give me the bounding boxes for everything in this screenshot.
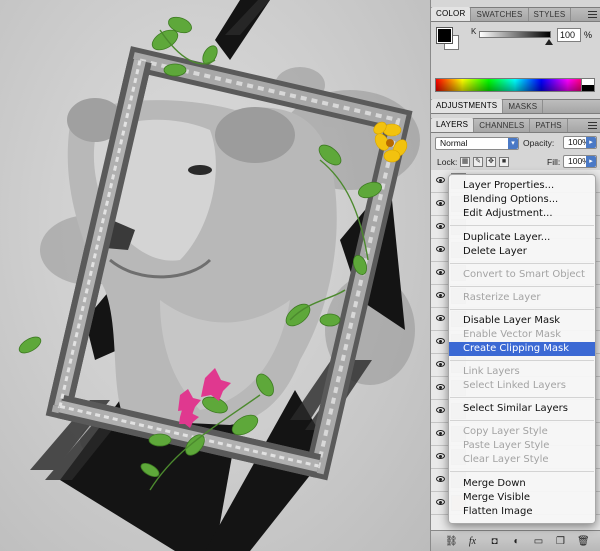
k-channel-label: K	[471, 27, 477, 36]
menu-duplicate-layer[interactable]: Duplicate Layer...	[449, 231, 595, 245]
menu-rasterize-layer: Rasterize Layer	[463, 292, 541, 303]
menu-select-similar-layers[interactable]: Select Similar Layers	[449, 402, 595, 416]
menu-delete-layer[interactable]: Delete Layer	[449, 245, 595, 259]
fx-icon[interactable]: fx	[467, 536, 478, 547]
lock-transparency-icon[interactable]: ▦	[460, 157, 470, 167]
panel-menu-icon[interactable]	[588, 11, 597, 19]
layer-context-menu: Layer Properties... Blending Options... …	[448, 174, 596, 524]
lock-label: Lock:	[437, 157, 458, 167]
color-panel-tabs: COLOR SWATCHES STYLES	[431, 7, 600, 22]
menu-layer-properties[interactable]: Layer Properties...	[449, 179, 595, 193]
k-value-input[interactable]: 100	[557, 28, 581, 42]
tab-masks[interactable]: MASKS	[503, 100, 544, 113]
eye-icon[interactable]	[436, 315, 445, 321]
menu-separator	[450, 286, 594, 287]
menu-blending-options[interactable]: Blending Options...	[449, 193, 595, 207]
menu-paste-layer-style: Paste Layer Style	[463, 440, 550, 451]
layers-bottom-bar: ⛓ fx ◘ ◐ ▭ ❐ 🗑	[431, 530, 600, 551]
menu-select-linked-layers: Select Linked Layers	[463, 380, 566, 391]
menu-edit-adjustment[interactable]: Edit Adjustment...	[449, 207, 595, 221]
eye-icon[interactable]	[436, 384, 445, 390]
eye-icon[interactable]	[436, 361, 445, 367]
eye-icon[interactable]	[436, 292, 445, 298]
chevron-right-icon: ▸	[586, 137, 596, 148]
menu-disable-layer-mask[interactable]: Disable Layer Mask	[449, 314, 595, 328]
document-canvas[interactable]	[0, 0, 430, 551]
menu-flatten-image[interactable]: Flatten Image	[449, 505, 595, 519]
blend-mode-select[interactable]: Normal ▾	[435, 137, 519, 150]
menu-link-layers: Link Layers	[463, 366, 520, 377]
layers-panel-menu-icon[interactable]	[588, 122, 597, 130]
menu-merge-down[interactable]: Merge Down	[449, 477, 595, 491]
mask-icon[interactable]: ◘	[489, 536, 500, 547]
group-icon[interactable]: ▭	[533, 536, 544, 547]
eye-icon[interactable]	[436, 407, 445, 413]
tab-swatches[interactable]: SWATCHES	[471, 8, 529, 21]
adjustment-icon[interactable]: ◐	[511, 536, 522, 547]
menu-separator	[450, 309, 594, 310]
menu-separator	[450, 397, 594, 398]
layers-panel-tabs: LAYERS CHANNELS PATHS	[431, 118, 600, 133]
menu-merge-visible[interactable]: Merge Visible	[449, 491, 595, 505]
adjustments-panel-tabs: ADJUSTMENTS MASKS	[431, 99, 600, 114]
eye-icon[interactable]	[436, 200, 445, 206]
k-percent-label: %	[584, 30, 593, 40]
fill-input[interactable]: 100% ▸	[563, 155, 597, 168]
eye-icon[interactable]	[436, 223, 445, 229]
lock-pixels-icon[interactable]: ✎	[473, 157, 483, 167]
lock-all-icon[interactable]: ■	[499, 157, 509, 167]
chevron-right-icon: ▸	[586, 156, 596, 167]
eye-icon[interactable]	[436, 177, 445, 183]
menu-separator	[450, 225, 594, 226]
new-layer-icon[interactable]: ❐	[555, 536, 566, 547]
fill-label: Fill:	[547, 157, 561, 167]
menu-convert-smart-object: Convert to Smart Object	[463, 269, 585, 280]
color-spectrum-ramp[interactable]	[435, 78, 595, 92]
link-icon[interactable]: ⛓	[445, 536, 458, 547]
opacity-input[interactable]: 100% ▸	[563, 136, 597, 149]
menu-clear-layer-style: Clear Layer Style	[463, 454, 549, 465]
menu-enable-vector-mask: Enable Vector Mask	[463, 329, 562, 340]
tab-adjustments[interactable]: ADJUSTMENTS	[431, 99, 504, 113]
eye-icon[interactable]	[436, 430, 445, 436]
eye-icon[interactable]	[436, 476, 445, 482]
menu-separator	[450, 420, 594, 421]
eye-icon[interactable]	[436, 338, 445, 344]
chevron-down-icon: ▾	[508, 138, 518, 149]
blend-mode-value: Normal	[440, 138, 468, 148]
artwork	[18, 0, 420, 551]
trash-icon[interactable]: 🗑	[577, 536, 590, 547]
menu-create-clipping-mask[interactable]: Create Clipping Mask	[449, 342, 595, 356]
tab-layers[interactable]: LAYERS	[431, 118, 475, 132]
eye-icon[interactable]	[436, 269, 445, 275]
menu-separator	[450, 360, 594, 361]
foreground-color-swatch[interactable]	[437, 28, 452, 43]
k-slider-thumb[interactable]	[545, 39, 553, 45]
tab-paths[interactable]: PATHS	[530, 119, 568, 132]
k-channel-slider[interactable]	[479, 31, 551, 38]
opacity-label: Opacity:	[523, 138, 555, 148]
lock-position-icon[interactable]: ✥	[486, 157, 496, 167]
tab-styles[interactable]: STYLES	[529, 8, 572, 21]
menu-separator	[450, 263, 594, 264]
eye-icon[interactable]	[436, 246, 445, 252]
tab-channels[interactable]: CHANNELS	[474, 119, 531, 132]
eye-icon[interactable]	[436, 499, 445, 505]
tab-color[interactable]: COLOR	[431, 7, 472, 21]
eye-icon[interactable]	[436, 453, 445, 459]
menu-separator	[450, 471, 594, 472]
menu-copy-layer-style: Copy Layer Style	[463, 426, 548, 437]
black-white-ramp[interactable]	[581, 78, 595, 92]
